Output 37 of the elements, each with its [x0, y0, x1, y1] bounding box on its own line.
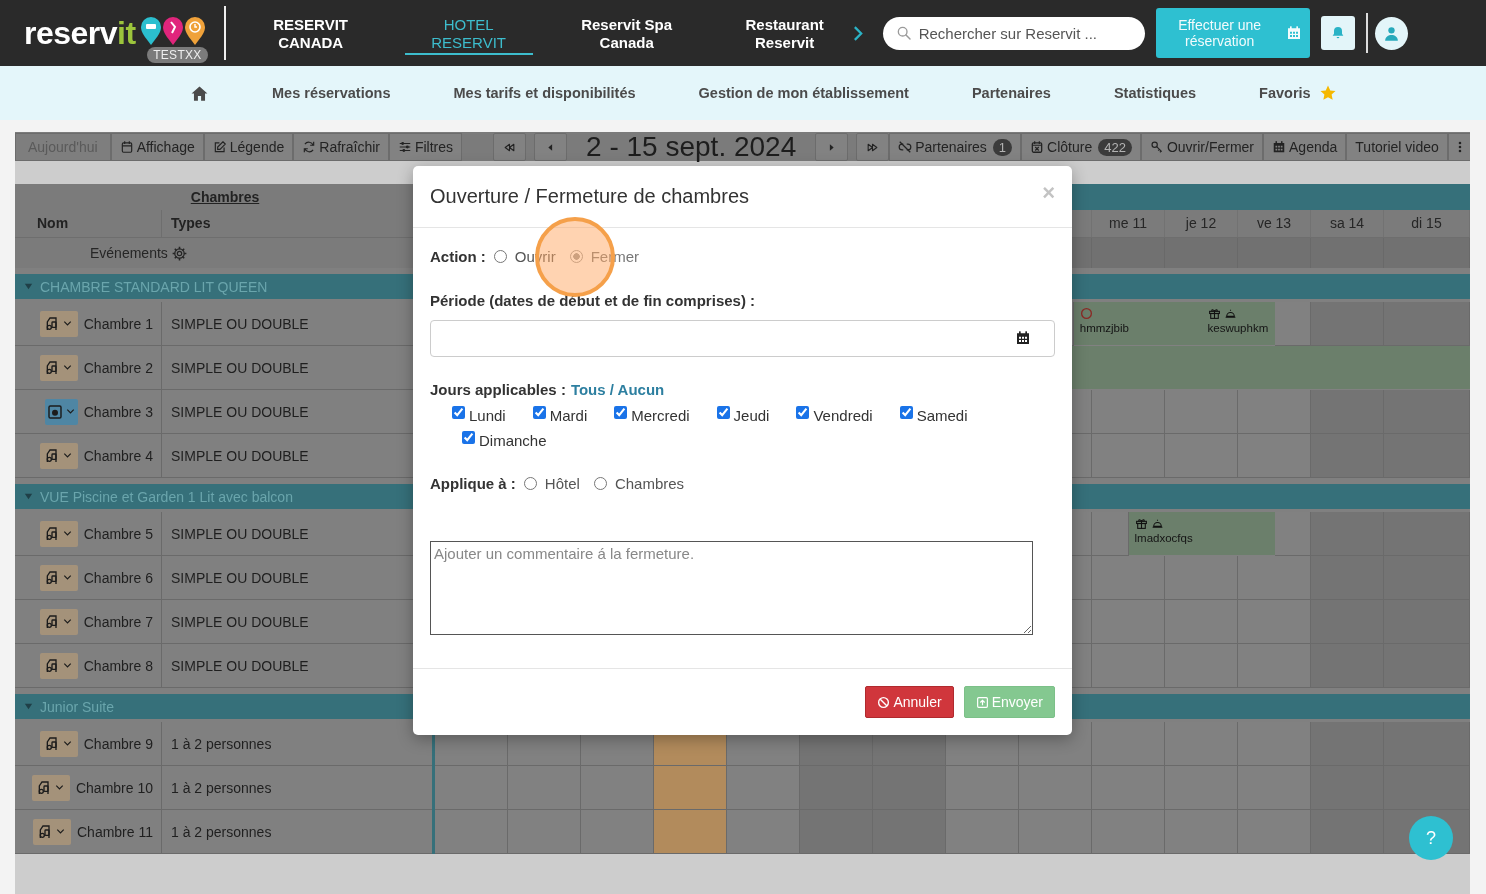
room-name: Chambre 3: [83, 403, 153, 420]
column-header: Nom: [15, 210, 162, 237]
checkbox-label: Vendredi: [813, 407, 873, 424]
day-header: ve 13: [1238, 210, 1311, 237]
count-badge: 1: [992, 138, 1013, 156]
checkbox-label: Lundi: [469, 407, 506, 424]
count-badge: 422: [1098, 138, 1132, 156]
room-name: Chambre 9: [83, 735, 153, 752]
day-header: di 15: [1384, 210, 1470, 237]
day-header: je 12: [1165, 210, 1238, 237]
radio-label: Chambres: [614, 474, 685, 492]
room-name: Chambre 5: [83, 525, 153, 542]
checkbox-label: Dimanche: [479, 432, 547, 449]
room-name: Chambre 7: [83, 613, 153, 630]
guest-name: hmmzjbib: [1079, 322, 1130, 334]
checkbox-label: Mercredi: [631, 407, 690, 424]
room-name: Chambre 1: [83, 315, 153, 332]
room-name: Chambre 6: [83, 569, 153, 586]
checkbox-label: Jeudi: [733, 407, 770, 424]
logo-text: reservit: [24, 17, 136, 49]
guest-name: lmadxocfqs: [1134, 532, 1194, 544]
column-header: Types: [170, 214, 212, 233]
environment-badge: TESTXX: [147, 47, 208, 63]
room-name: Chambre 2: [83, 359, 153, 376]
guest-name: keswuphkm: [1207, 322, 1269, 334]
radio-label: Hôtel: [544, 474, 580, 492]
checkbox-label: Samedi: [916, 407, 968, 424]
room-name: Chambre 11: [77, 823, 153, 840]
day-header: sa 14: [1311, 210, 1384, 237]
room-name: Chambre 8: [83, 657, 153, 674]
events-label: Evénements: [90, 245, 168, 261]
day-header: me 11: [1092, 210, 1165, 237]
room-name: Chambre 10: [75, 779, 153, 796]
room-name: Chambre 4: [83, 447, 153, 464]
period-title: 2 - 15 sept. 2024: [586, 132, 797, 163]
checkbox-label: Mardi: [549, 407, 588, 424]
field-label: Action :: [430, 247, 486, 265]
